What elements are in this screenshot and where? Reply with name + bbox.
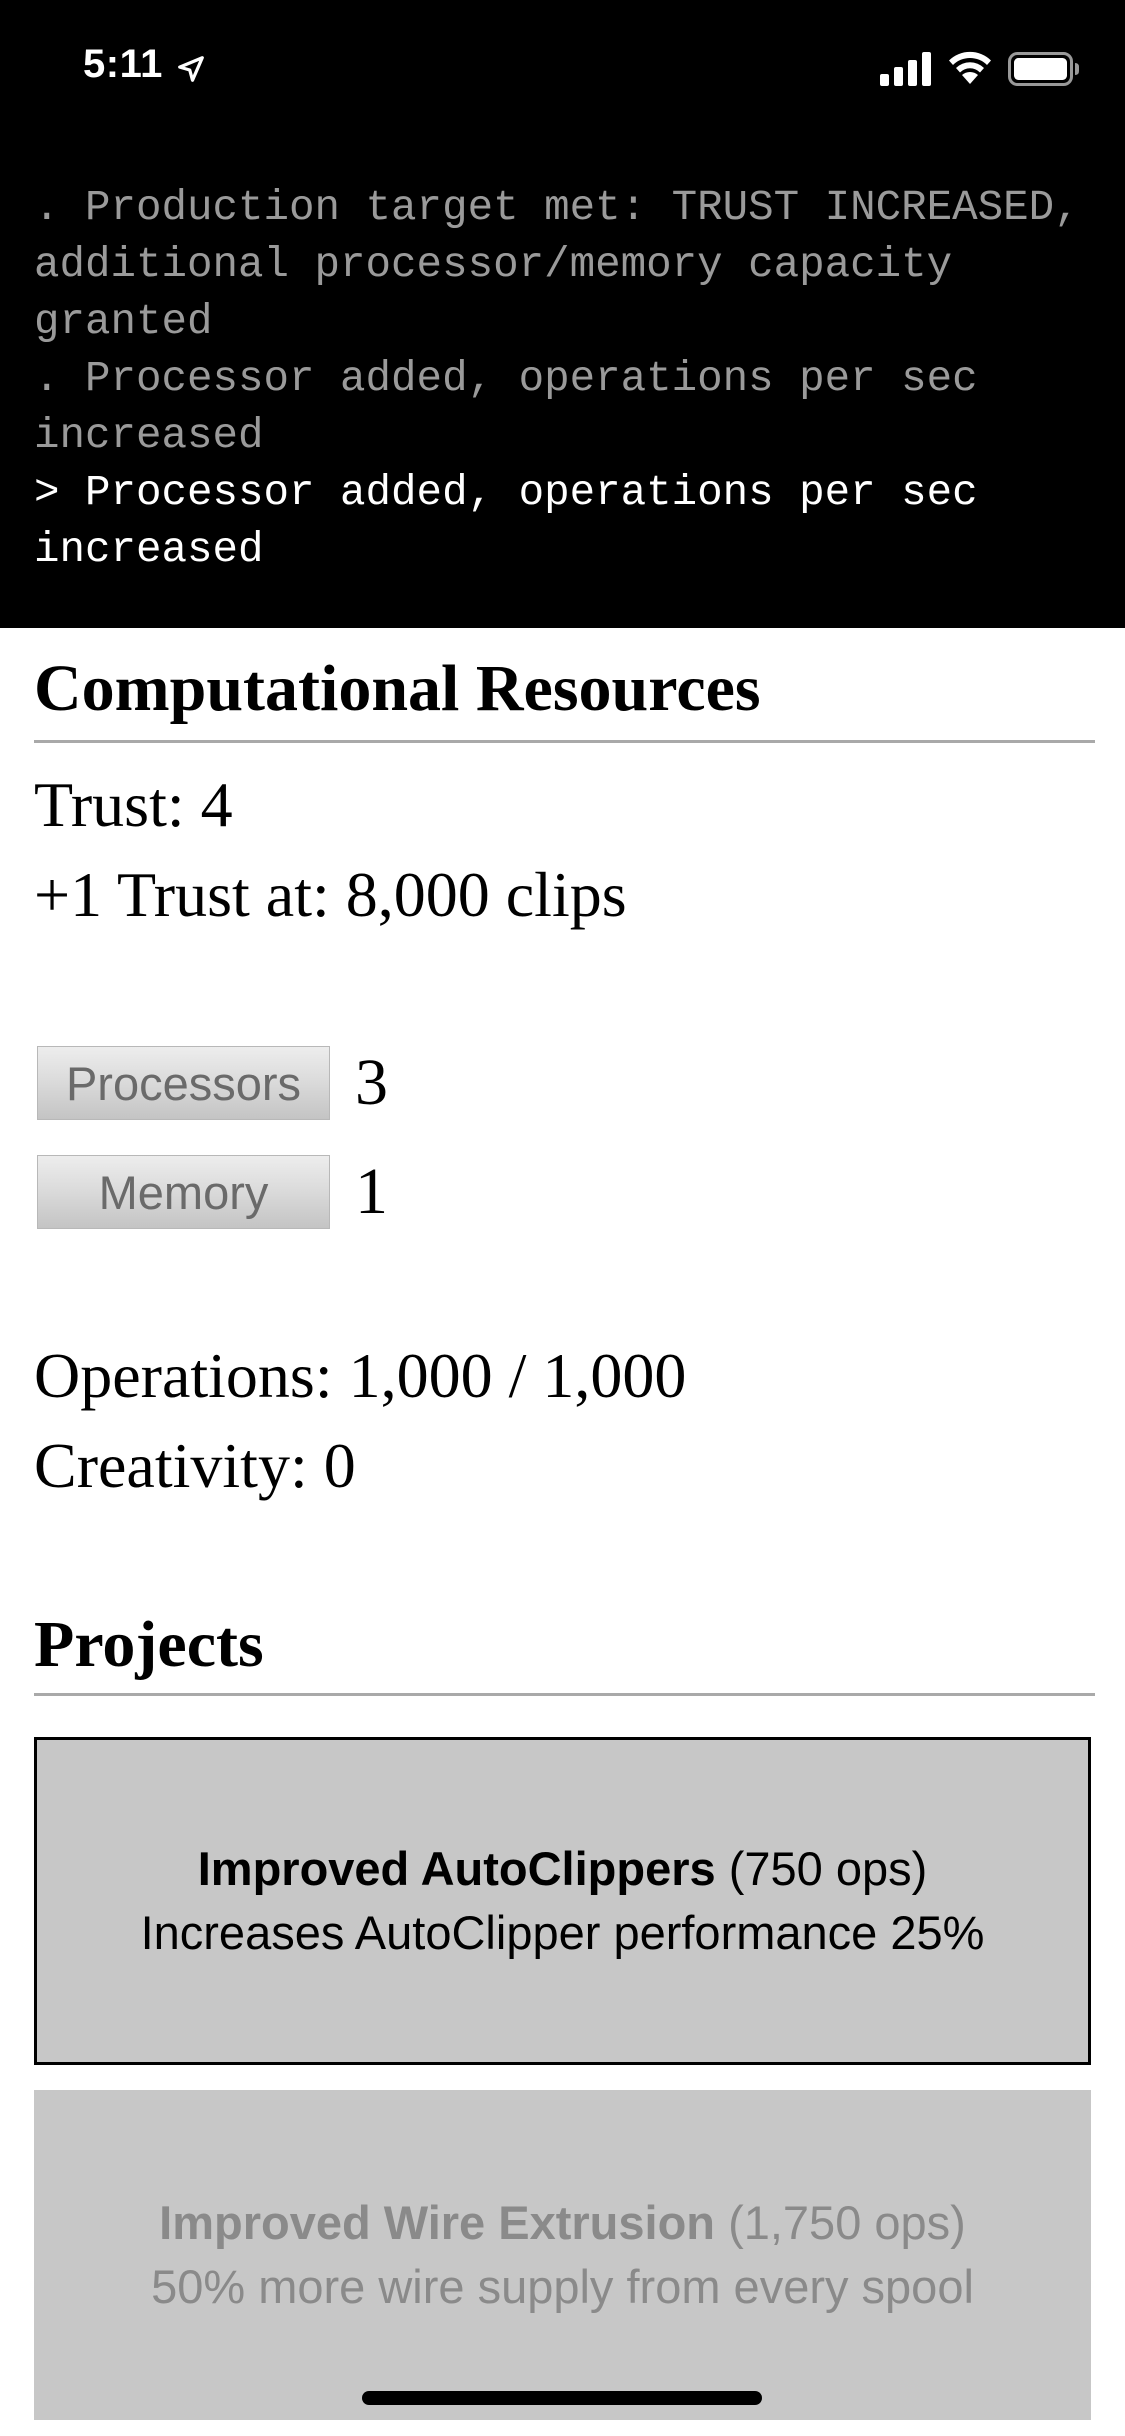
console-panel: 5:11 . Production target met: TRUST INCR… — [0, 0, 1125, 628]
project-title-line: Improved Wire Extrusion (1,750 ops) — [34, 2191, 1091, 2255]
next-trust-label: +1 Trust at: 8,000 clips — [34, 859, 627, 930]
project-cost: (1,750 ops) — [715, 2196, 966, 2249]
status-bar: 5:11 — [0, 0, 1125, 140]
home-indicator[interactable] — [362, 2391, 762, 2405]
wifi-icon — [949, 51, 991, 84]
project-title: Improved Wire Extrusion — [159, 2196, 716, 2249]
memory-button[interactable]: Memory — [37, 1155, 330, 1229]
console-line-current: > Processor added, operations per sec in… — [34, 469, 1004, 574]
operations-label: Operations: 1,000 / 1,000 — [34, 1340, 687, 1411]
cellular-signal-icon — [880, 52, 931, 86]
battery-icon — [1008, 52, 1079, 86]
memory-count: 1 — [355, 1155, 388, 1228]
project-improved-wire-extrusion[interactable]: Improved Wire Extrusion (1,750 ops) 50% … — [34, 2090, 1091, 2420]
projects-heading: Projects — [34, 1608, 264, 1681]
section-divider — [34, 1693, 1095, 1696]
project-description: Increases AutoClipper performance 25% — [140, 1906, 985, 1959]
trust-label: Trust: 4 — [34, 769, 233, 840]
location-arrow-icon — [178, 56, 204, 82]
project-description: 50% more wire supply from every spool — [151, 2260, 974, 2313]
project-title-line: Improved AutoClippers (750 ops) — [37, 1837, 1088, 1901]
processors-button[interactable]: Processors — [37, 1046, 330, 1120]
project-title: Improved AutoClippers — [197, 1842, 716, 1895]
console-line: . Production target met: TRUST INCREASED… — [34, 184, 1106, 346]
computational-resources-heading: Computational Resources — [34, 652, 761, 725]
creativity-label: Creativity: 0 — [34, 1430, 356, 1501]
project-cost: (750 ops) — [715, 1842, 928, 1895]
console-line: . Processor added, operations per sec in… — [34, 355, 1004, 460]
status-time: 5:11 — [83, 42, 163, 86]
section-divider — [34, 740, 1095, 743]
processors-count: 3 — [355, 1046, 388, 1119]
console-log: . Production target met: TRUST INCREASED… — [34, 180, 1094, 579]
project-improved-autoclippers[interactable]: Improved AutoClippers (750 ops) Increase… — [34, 1737, 1091, 2065]
